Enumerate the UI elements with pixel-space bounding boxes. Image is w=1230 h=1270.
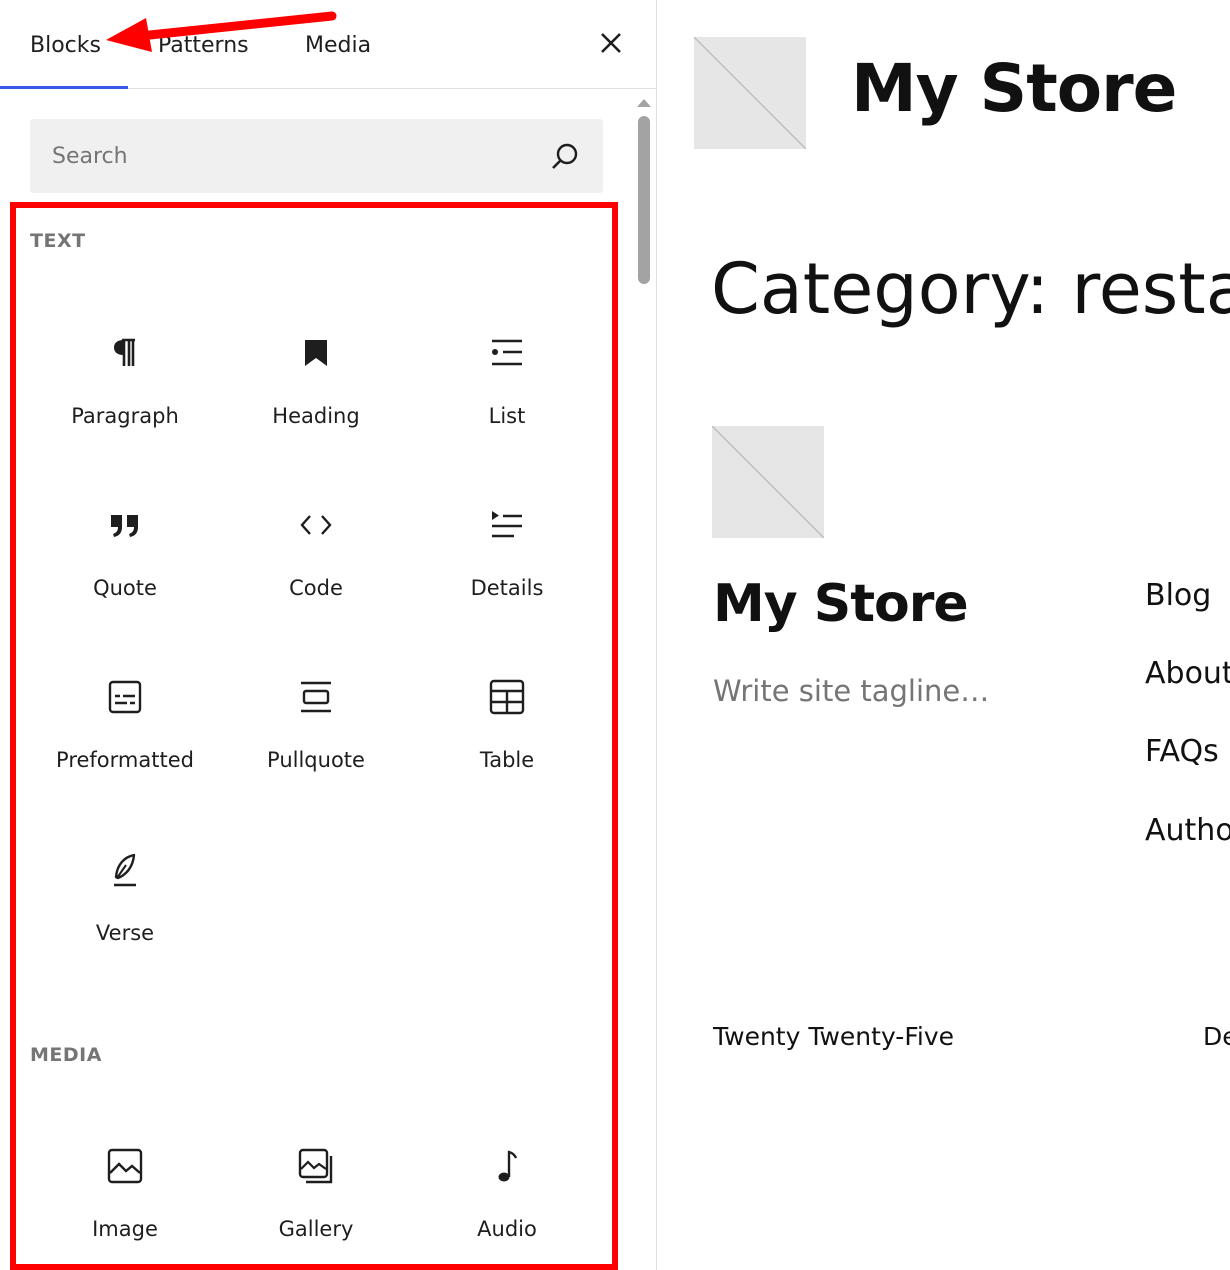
- nav-link-about[interactable]: About: [1145, 656, 1230, 691]
- block-image[interactable]: Image: [30, 1135, 220, 1270]
- audio-icon: [498, 1150, 518, 1182]
- block-code[interactable]: Code: [221, 494, 411, 634]
- block-label: Table: [479, 748, 535, 772]
- block-label: Verse: [95, 921, 155, 945]
- site-tagline[interactable]: Write site tagline…: [713, 674, 989, 708]
- block-pullquote[interactable]: Pullquote: [221, 666, 411, 806]
- placeholder-diagonal-icon: [693, 36, 807, 150]
- block-preformatted[interactable]: Preformatted: [30, 666, 220, 806]
- block-quote[interactable]: Quote: [30, 494, 220, 634]
- block-heading[interactable]: Heading: [221, 322, 411, 462]
- section-title-text: TEXT: [30, 230, 86, 252]
- block-label: Image: [92, 1217, 158, 1241]
- footer-credit-right: De: [1203, 1022, 1230, 1051]
- block-label: Code: [289, 576, 343, 600]
- section-title-media: MEDIA: [30, 1044, 102, 1066]
- nav-link-blog[interactable]: Blog: [1145, 578, 1211, 613]
- search-input[interactable]: [30, 119, 552, 193]
- category-heading: Category: restar: [711, 248, 1230, 330]
- footer-theme-credit[interactable]: Twenty Twenty-Five: [713, 1022, 954, 1051]
- footer-site-title[interactable]: My Store: [713, 574, 969, 634]
- active-tab-indicator: [0, 86, 128, 89]
- placeholder-diagonal-icon: [711, 425, 825, 539]
- quote-icon: [111, 515, 138, 537]
- gallery-icon: [298, 1148, 333, 1184]
- block-verse[interactable]: Verse: [30, 839, 220, 979]
- block-label: Quote: [93, 576, 157, 600]
- close-icon: [601, 33, 621, 53]
- block-label: Gallery: [278, 1217, 354, 1241]
- preformatted-icon: [108, 680, 142, 714]
- block-table[interactable]: Table: [412, 666, 602, 806]
- block-audio[interactable]: Audio: [412, 1135, 602, 1270]
- list-icon: [492, 339, 522, 366]
- block-label: Preformatted: [56, 748, 194, 772]
- annotation-arrow-icon: [106, 11, 337, 52]
- pullquote-icon: [301, 681, 331, 713]
- code-icon: [300, 515, 332, 535]
- heading-icon: [305, 340, 327, 366]
- block-gallery[interactable]: Gallery: [221, 1135, 411, 1270]
- block-label: Heading: [272, 404, 360, 428]
- nav-link-faqs[interactable]: FAQs: [1145, 734, 1219, 769]
- footer-logo-placeholder[interactable]: [711, 425, 825, 539]
- paragraph-icon: [114, 338, 135, 366]
- tab-blocks[interactable]: Blocks: [30, 28, 101, 68]
- verse-icon: [114, 853, 136, 887]
- image-icon: [107, 1148, 143, 1184]
- block-label: List: [488, 404, 526, 428]
- block-label: Paragraph: [71, 404, 179, 428]
- block-label: Pullquote: [267, 748, 365, 772]
- block-inserter-panel: Blocks Patterns Media TEXT Paragraph: [0, 0, 657, 1270]
- table-icon: [489, 679, 525, 715]
- block-list[interactable]: List: [412, 322, 602, 462]
- block-label: Audio: [477, 1217, 537, 1241]
- search-icon[interactable]: [548, 140, 582, 174]
- search-field[interactable]: [30, 119, 603, 193]
- scroll-up-arrow-icon[interactable]: [636, 96, 652, 108]
- block-paragraph[interactable]: Paragraph: [30, 322, 220, 462]
- block-label: Details: [470, 576, 544, 600]
- scrollbar-thumb[interactable]: [638, 116, 650, 284]
- site-title[interactable]: My Store: [851, 50, 1177, 127]
- site-logo-placeholder[interactable]: [693, 36, 807, 150]
- close-button[interactable]: [594, 26, 628, 60]
- details-icon: [492, 511, 522, 538]
- block-details[interactable]: Details: [412, 494, 602, 634]
- nav-link-authors[interactable]: Autho: [1145, 813, 1230, 848]
- site-preview: My Store Category: restar My Store Write…: [657, 0, 1230, 1270]
